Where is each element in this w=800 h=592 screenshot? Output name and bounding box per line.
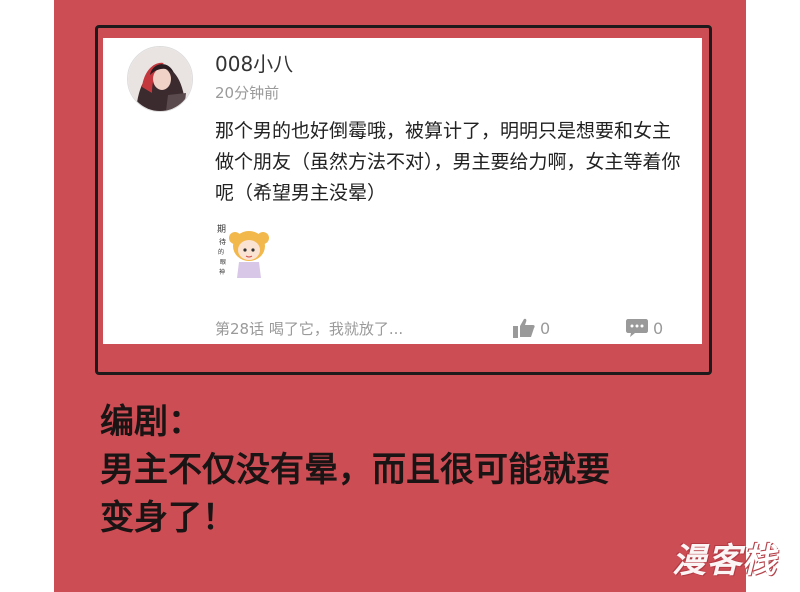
username[interactable]: 008小八 bbox=[215, 48, 293, 77]
user-avatar[interactable] bbox=[127, 46, 193, 112]
site-watermark: 漫客栈 bbox=[672, 541, 777, 581]
like-button[interactable]: 0 bbox=[513, 318, 550, 338]
reply-button[interactable]: 0 bbox=[626, 318, 663, 338]
comment-text: 那个男的也好倒霉哦，被算计了，明明只是想要和女主做个朋友（虽然方法不对），男主要… bbox=[215, 120, 681, 204]
reply-count: 0 bbox=[653, 318, 664, 338]
anime-girl-sticker-icon: 期 待 的 眼 神 bbox=[215, 220, 271, 278]
thumbs-up-icon bbox=[513, 318, 535, 338]
comic-caption: 编剧： 男主不仅没有晕，而且很可能就要 变身了！ bbox=[100, 398, 720, 542]
like-count: 0 bbox=[540, 318, 551, 338]
caption-line-3: 变身了！ bbox=[100, 498, 236, 538]
svg-text:眼: 眼 bbox=[220, 259, 226, 266]
svg-text:的: 的 bbox=[218, 248, 224, 256]
caption-line-2: 男主不仅没有晕，而且很可能就要 bbox=[100, 450, 610, 490]
svg-text:神: 神 bbox=[219, 268, 225, 276]
svg-text:待: 待 bbox=[219, 237, 226, 246]
comment-timestamp: 20分钟前 bbox=[215, 84, 280, 102]
comment-card: 008小八 20分钟前 那个男的也好倒霉哦，被算计了，明明只是想要和女主做个朋友… bbox=[103, 38, 702, 344]
avatar-icon bbox=[128, 47, 192, 111]
caption-line-1: 编剧： bbox=[100, 402, 202, 442]
svg-text:期: 期 bbox=[217, 224, 226, 235]
chapter-link[interactable]: 第28话 喝了它，我就放了... bbox=[215, 318, 403, 339]
comment-bubble-icon bbox=[626, 319, 648, 337]
